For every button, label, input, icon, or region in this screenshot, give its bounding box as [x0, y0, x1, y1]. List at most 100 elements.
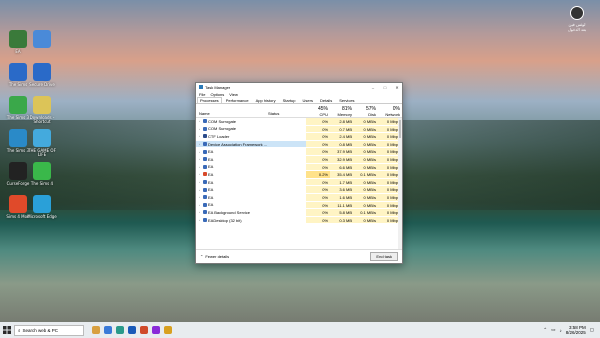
tab-performance[interactable]: Performance	[223, 97, 252, 103]
chevron-right-icon[interactable]: ›	[199, 218, 201, 222]
memory-label: Memory	[337, 112, 352, 117]
col-status[interactable]: Status	[268, 104, 306, 117]
clock[interactable]: 3:58 PM 8/26/2025	[566, 325, 586, 336]
scrollbar-thumb[interactable]	[399, 120, 401, 138]
tab-users[interactable]: Users	[300, 97, 316, 103]
table-row[interactable]: › EA 0% 1.7 MB 0 MB/s 0 Mbps	[196, 178, 402, 187]
process-icon	[202, 187, 207, 192]
tab-processes[interactable]: Processes	[197, 97, 222, 103]
col-cpu[interactable]: 45% CPU	[306, 104, 330, 117]
process-cpu: 0%	[306, 133, 330, 140]
table-row[interactable]: › CTF Loader 0% 2.4 MB 0 MB/s 0 Mbps	[196, 133, 402, 141]
pinned-app-icon[interactable]	[116, 326, 124, 334]
title-bar[interactable]: Task Manager – □ ✕	[196, 83, 402, 91]
process-cpu: 0%	[306, 140, 330, 148]
end-task-button[interactable]: End task	[370, 252, 398, 261]
process-icon	[202, 218, 207, 223]
table-row[interactable]: › EADesktop (32 bit) 0% 0.3 MB 0 MB/s 0 Mbps	[196, 216, 402, 225]
volume-icon[interactable]: ♪	[559, 328, 561, 333]
table-row[interactable]: › EA 0% 32.9 MB 0 MB/s 0 Mbps	[196, 155, 402, 164]
maximize-button[interactable]: □	[380, 85, 390, 90]
window-title: Task Manager	[205, 84, 231, 90]
col-name[interactable]: Name	[196, 104, 268, 117]
network-icon[interactable]: ▭	[551, 327, 555, 333]
tab-app-history[interactable]: App history	[253, 97, 279, 103]
process-name: EA	[208, 202, 214, 208]
chevron-right-icon[interactable]: ›	[199, 127, 201, 131]
pinned-app-icon[interactable]	[140, 326, 148, 334]
desktop-icon[interactable]: THE GAME OF LIFE	[24, 129, 60, 158]
menu-options[interactable]: Options	[210, 92, 224, 97]
menu-file[interactable]: File	[199, 92, 205, 97]
table-row[interactable]: › EA 0% 11.1 MB 0 MB/s 0 Mbps	[196, 201, 402, 210]
chevron-right-icon[interactable]: ›	[199, 134, 201, 138]
table-row[interactable]: › EA 0% 3.6 MB 0 MB/s 0 Mbps	[196, 186, 402, 194]
pinned-app-icon[interactable]	[164, 326, 172, 334]
pinned-app-icon[interactable]	[92, 326, 100, 334]
chevron-right-icon[interactable]: ›	[199, 165, 201, 169]
desktop-icon[interactable]	[24, 30, 60, 50]
process-disk: 0.1 MB/s	[354, 209, 378, 216]
table-row[interactable]: › EA 0.2% 35.4 MB 0.1 MB/s 0 Mbps	[196, 171, 402, 179]
chevron-up-icon: ⌃	[200, 254, 204, 259]
fewer-details-link[interactable]: ⌃ Fewer details	[200, 254, 229, 259]
process-memory: 6.6 MB	[330, 163, 354, 171]
process-icon	[202, 126, 207, 131]
table-row[interactable]: › COM Surrogate 0% 0.7 MB 0 MB/s 0 Mbps	[196, 125, 402, 134]
chevron-right-icon[interactable]: ›	[199, 180, 201, 184]
col-network[interactable]: 0% Network	[378, 104, 402, 117]
fewer-details-label: Fewer details	[205, 254, 230, 259]
scrollbar[interactable]	[398, 118, 402, 249]
process-disk: 0 MB/s	[354, 133, 378, 140]
notification-icon[interactable]: ▢	[590, 327, 594, 333]
start-button[interactable]	[0, 322, 14, 338]
process-disk: 0 MB/s	[354, 216, 378, 224]
chevron-right-icon[interactable]: ›	[199, 157, 201, 161]
tab-details[interactable]: Details	[317, 97, 335, 103]
table-body: › COM Surrogate 0% 2.8 MB 0 MB/s 0 Mbps › COM S…	[196, 118, 402, 225]
desktop-icon-label: THE GAME OF LIFE	[28, 148, 56, 158]
process-disk: 0 MB/s	[354, 155, 378, 163]
table-row[interactable]: › EA Background Service 0% 5.8 MB 0.1 MB/s 0 …	[196, 209, 402, 217]
col-memory[interactable]: 81% Memory	[330, 104, 354, 117]
table-row[interactable]: › EA 0% 37.9 MB 0 MB/s 0 Mbps	[196, 148, 402, 156]
pinned-app-icon[interactable]	[152, 326, 160, 334]
table-row[interactable]: › COM Surrogate 0% 2.8 MB 0 MB/s 0 Mbps	[196, 118, 402, 126]
process-cpu: 0.2%	[306, 171, 330, 178]
chevron-right-icon[interactable]: ›	[199, 188, 201, 192]
chevron-right-icon[interactable]: ›	[199, 119, 201, 123]
chevron-up-tray-icon[interactable]: ⌃	[543, 327, 547, 333]
pinned-app-icon[interactable]	[104, 326, 112, 334]
process-disk: 0 MB/s	[354, 118, 378, 125]
table-row[interactable]: › EA 0% 1.6 MB 0 MB/s 0 Mbps	[196, 193, 402, 202]
col-disk[interactable]: 57% Disk	[354, 104, 378, 117]
chevron-right-icon[interactable]: ›	[199, 203, 201, 207]
chevron-right-icon[interactable]: ›	[199, 142, 201, 146]
process-name: COM Surrogate	[208, 118, 237, 124]
menu-view[interactable]: View	[229, 92, 238, 97]
chevron-right-icon[interactable]: ›	[199, 172, 201, 176]
table-row[interactable]: › Device Association Framework ... 0% 0.8 M…	[196, 140, 402, 149]
app-icon	[33, 195, 51, 213]
desktop-icon[interactable]: The Sims 4	[24, 162, 60, 186]
process-name-cell: › EA	[196, 149, 268, 154]
taskbar-search[interactable]: ⌕ Search web & PC	[14, 324, 84, 336]
desktop-icon[interactable]: Microsoft Edge	[24, 195, 60, 219]
process-name: EA Background Service	[208, 209, 251, 215]
table-header: Name Status 45% CPU 81% Memory 57% Disk …	[196, 104, 402, 118]
chevron-right-icon[interactable]: ›	[199, 150, 201, 154]
chevron-right-icon[interactable]: ›	[199, 210, 201, 214]
desktop-icon[interactable]: Downloads - Shortcut	[24, 96, 60, 125]
process-memory: 32.9 MB	[330, 155, 354, 163]
process-name-cell: › EA	[196, 157, 268, 162]
tab-services[interactable]: Services	[336, 97, 357, 103]
pinned-app-icon[interactable]	[128, 326, 136, 334]
process-cpu: 0%	[306, 163, 330, 171]
tab-startup[interactable]: Startup	[280, 97, 299, 103]
desktop-icon[interactable]: Secure Drive	[24, 63, 60, 87]
chevron-right-icon[interactable]: ›	[199, 195, 201, 199]
table-row[interactable]: › EA 0% 6.6 MB 0 MB/s 0 Mbps	[196, 163, 402, 172]
minimize-button[interactable]: –	[368, 85, 378, 90]
user-widget[interactable]: لوئس فين بعد الدخول	[562, 6, 592, 32]
close-button[interactable]: ✕	[392, 85, 402, 90]
